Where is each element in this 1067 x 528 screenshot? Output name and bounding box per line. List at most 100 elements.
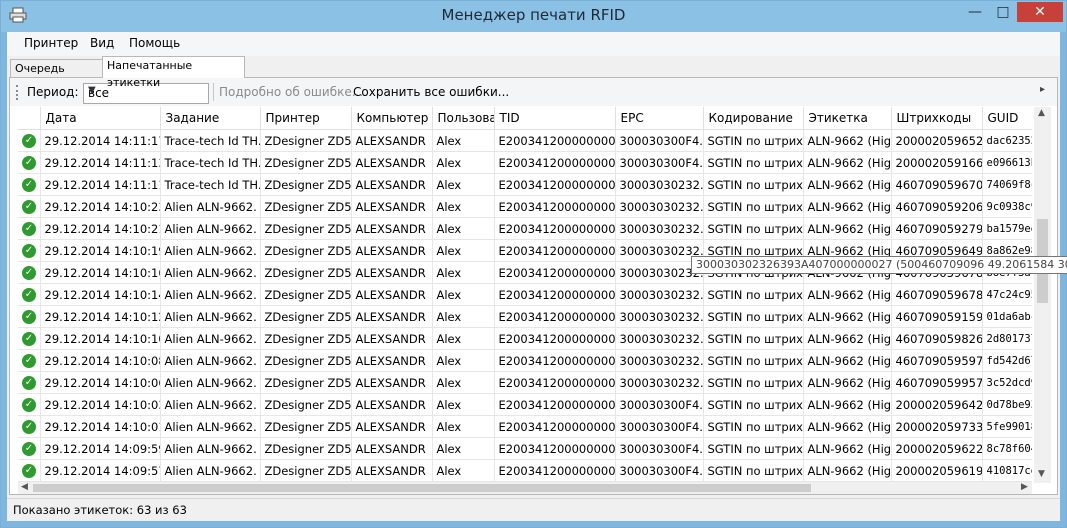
column-header-user[interactable]: Пользоват — [432, 107, 495, 130]
column-header-guid[interactable]: GUID — [982, 107, 1032, 130]
title-bar[interactable]: Менеджер печати RFID — □ ✕ — [1, 1, 1066, 32]
table-row[interactable]: ✓ 29.12.2014 14:10:03Alien ALN-9662. ...Z… — [18, 393, 1032, 416]
cell-job: Alien ALN-9662. ... — [160, 349, 261, 372]
cell-date: 29.12.2014 14:11:11 — [40, 173, 161, 196]
maximize-button[interactable]: □ — [989, 2, 1017, 22]
column-header-computer[interactable]: Компьютер — [351, 107, 433, 130]
table-row[interactable]: ✓ 29.12.2014 14:10:10Alien ALN-9662. ...Z… — [18, 327, 1032, 350]
column-header-barcode[interactable]: Штрихкоды — [891, 107, 983, 130]
table-row[interactable]: ✓ 29.12.2014 14:10:14Alien ALN-9662. ...Z… — [18, 283, 1032, 306]
check-circle-icon: ✓ — [22, 287, 36, 302]
close-button[interactable]: ✕ — [1017, 2, 1063, 22]
cell-status: ✓ — [18, 217, 41, 240]
table-row[interactable]: ✓ 29.12.2014 14:10:08Alien ALN-9662. ...Z… — [18, 349, 1032, 372]
cell-status: ✓ — [18, 305, 41, 328]
table-row[interactable]: ✓ 29.12.2014 14:11:11 Trace-tech Id TH... Z… — [18, 173, 1032, 196]
cell-label: ALN-9662 (Hig... — [803, 437, 892, 460]
check-circle-icon: ✓ — [22, 353, 36, 368]
cell-guid: 74069f8c — [982, 173, 1032, 196]
cell-job: Alien ALN-9662. ... — [160, 283, 261, 306]
cell-user: Alex — [432, 151, 495, 174]
menu-help[interactable]: Помощь — [129, 36, 180, 50]
cell-barcode: 2000020596420 — [891, 393, 983, 416]
check-circle-icon: ✓ — [22, 441, 36, 456]
cell-encoding: SGTIN по штрих... — [703, 283, 804, 306]
cell-epc: 300030300F4... — [615, 459, 704, 482]
cell-epc: 300030300F4... — [615, 415, 704, 438]
cell-user: Alex — [432, 129, 495, 152]
cell-computer: ALEXSANDR — [351, 239, 433, 262]
cell-printer: ZDesigner ZD5... — [260, 349, 352, 372]
cell-computer: ALEXSANDR — [351, 217, 433, 240]
cell-date: 29.12.2014 14:10:21 — [40, 217, 161, 240]
minimize-button[interactable]: — — [961, 2, 989, 22]
menu-view[interactable]: Вид — [90, 36, 114, 50]
column-header-job[interactable]: Задание — [160, 107, 261, 130]
cell-encoding: SGTIN по штрих... — [703, 393, 804, 416]
table-row[interactable]: ✓ 29.12.2014 14:11:17 Trace-tech Id TH... Z… — [18, 129, 1032, 152]
cell-computer: ALEXSANDR — [351, 173, 433, 196]
horizontal-scrollbar[interactable]: ◀ ▶ — [18, 482, 1032, 494]
table-row[interactable]: ✓ 29.12.2014 14:11:13 Trace-tech Id TH... Z… — [18, 151, 1032, 174]
toolbar-overflow-icon[interactable]: ▸ — [1040, 84, 1045, 95]
column-header-printer[interactable]: Принтер — [260, 107, 352, 130]
cell-status: ✓ — [18, 261, 41, 284]
cell-user: Alex — [432, 217, 495, 240]
client-area: Принтер Вид Помощь Очередь печати Напеча… — [7, 32, 1060, 521]
cell-status: ✓ — [18, 239, 41, 262]
column-header-date[interactable]: Дата — [40, 107, 161, 130]
cell-tid: E2003412000000000... — [494, 195, 616, 218]
cell-user: Alex — [432, 261, 495, 284]
cell-status: ✓ — [18, 349, 41, 372]
cell-date: 29.12.2014 14:10:14 — [40, 283, 161, 306]
column-header-encoding[interactable]: Кодирование — [703, 107, 804, 130]
cell-label: ALN-9662 (Hig... — [803, 393, 892, 416]
column-header-epc[interactable]: EPC — [615, 107, 704, 130]
cell-status: ✓ — [18, 393, 41, 416]
check-circle-icon: ✓ — [22, 265, 36, 280]
cell-guid: 410817ce — [982, 459, 1032, 482]
table-row[interactable]: ✓ 29.12.2014 14:10:21Alien ALN-9662. ...Z… — [18, 217, 1032, 240]
scroll-down-icon[interactable]: ▼ — [1038, 469, 1045, 479]
table-row[interactable]: ✓ 29.12.2014 14:10:01Alien ALN-9662. ...Z… — [18, 415, 1032, 438]
table-row[interactable]: ✓ 29.12.2014 14:10:06Alien ALN-9662. ...Z… — [18, 371, 1032, 394]
tab-print-queue[interactable]: Очередь печати — [10, 59, 108, 92]
cell-date: 29.12.2014 14:09:57 — [40, 459, 161, 482]
cell-date: 29.12.2014 14:10:12 — [40, 305, 161, 328]
cell-epc: 30003030232... — [615, 239, 704, 262]
cell-computer: ALEXSANDR — [351, 305, 433, 328]
scroll-up-icon[interactable]: ▲ — [1038, 108, 1045, 118]
vertical-scrollbar[interactable]: ▲ ▼ — [1034, 107, 1051, 483]
scroll-right-icon[interactable]: ▶ — [1021, 482, 1028, 492]
cell-guid: fd542d67 — [982, 349, 1032, 372]
column-header-status[interactable] — [18, 107, 41, 130]
cell-encoding: SGTIN по штрих... — [703, 459, 804, 482]
cell-job: Trace-tech Id TH... — [160, 173, 261, 196]
cell-user: Alex — [432, 195, 495, 218]
error-details-button[interactable]: Подробно об ошибке... — [219, 85, 363, 99]
cell-job: Alien ALN-9662. ... — [160, 393, 261, 416]
table-row[interactable]: ✓ 29.12.2014 14:10:23Alien ALN-9662. ...Z… — [18, 195, 1032, 218]
cell-barcode: 4607090595971 — [891, 349, 983, 372]
table-row[interactable]: ✓ 29.12.2014 14:10:12Alien ALN-9662. ...Z… — [18, 305, 1032, 328]
toolbar-grip[interactable] — [16, 85, 20, 100]
column-header-tid[interactable]: TID — [494, 107, 616, 130]
save-errors-button[interactable]: Сохранить все ошибки... — [353, 85, 509, 99]
cell-epc: 30003030232... — [615, 371, 704, 394]
cell-tid: E2003412000000000... — [494, 437, 616, 460]
table-row[interactable]: ✓ 29.12.2014 14:09:57Alien ALN-9662. ...Z… — [18, 459, 1032, 482]
table-row[interactable]: ✓ 29.12.2014 14:09:59Alien ALN-9662. ...Z… — [18, 437, 1032, 460]
horizontal-scroll-thumb[interactable] — [33, 484, 811, 492]
cell-barcode: 2000020596529 — [891, 129, 983, 152]
cell-label: ALN-9662 (Hig... — [803, 129, 892, 152]
cell-encoding: SGTIN по штрих... — [703, 151, 804, 174]
cell-status: ✓ — [18, 151, 41, 174]
menu-printer[interactable]: Принтер — [24, 36, 78, 50]
cell-user: Alex — [432, 327, 495, 350]
scroll-left-icon[interactable]: ◀ — [21, 482, 28, 492]
cell-encoding: SGTIN по штрих... — [703, 129, 804, 152]
status-bar: Показано этикеток: 63 из 63 — [7, 498, 1060, 521]
column-header-label[interactable]: Этикетка — [803, 107, 892, 130]
tab-printed-labels[interactable]: Напечатанные этикетки — [102, 56, 245, 89]
cell-printer: ZDesigner ZD5... — [260, 393, 352, 416]
